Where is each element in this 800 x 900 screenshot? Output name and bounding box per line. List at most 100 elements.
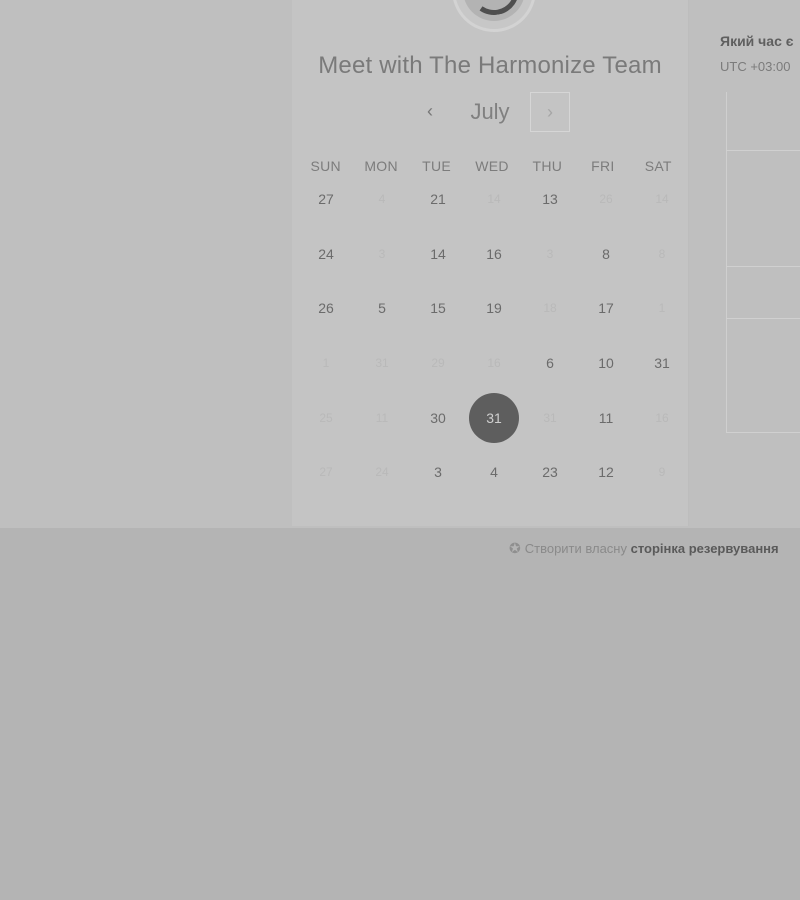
calendar-day: 3	[522, 227, 578, 282]
calendar-day-number: 14	[430, 245, 446, 262]
calendar-day-number: 18	[543, 301, 557, 316]
calendar-week-row: 24 3 14 16 3 8 8	[298, 227, 690, 282]
calendar-day: 9	[634, 445, 690, 500]
slot-divider	[726, 432, 800, 433]
calendar-day: 11	[354, 390, 410, 445]
month-navigation: ‹ July ›	[292, 92, 688, 132]
chevron-right-icon: ›	[547, 102, 553, 122]
calendar-grid: 27 4 21 14 13 26 14 24 3 14 16 3 8 8 26 5 15 19 18 17 1 1 31 29…	[298, 172, 690, 500]
slot-divider	[726, 318, 800, 319]
calendar-day: 16	[466, 336, 522, 391]
create-booking-page-link[interactable]: ✪ Створити власну сторінка резервування	[509, 540, 779, 557]
calendar-day-number: 14	[487, 192, 501, 207]
calendar-day-number: 15	[430, 300, 446, 317]
calendar-day[interactable]: 3	[410, 445, 466, 500]
calendar-day-number: 12	[598, 464, 614, 481]
timezone-question: Який час є	[720, 33, 794, 49]
calendar-day-number: 10	[598, 355, 614, 372]
calendar-day[interactable]: 26	[298, 281, 354, 336]
calendar-day[interactable]: 10	[578, 336, 634, 391]
calendar-day-number: 9	[658, 465, 666, 480]
calendar-day: 25	[298, 390, 354, 445]
calendar-day-number: 31	[375, 356, 389, 371]
calendar-day-number: 24	[375, 465, 389, 480]
calendar-day: 1	[298, 336, 354, 391]
calendar-week-row: 27 24 3 4 23 12 9	[298, 445, 690, 500]
calendar-day[interactable]: 8	[578, 227, 634, 282]
calendar-day[interactable]: 12	[578, 445, 634, 500]
next-month-button[interactable]: ›	[530, 92, 570, 132]
calendar-day-number: 31	[469, 392, 519, 443]
calendar-week-row: 26 5 15 19 18 17 1	[298, 281, 690, 336]
hubspot-sprocket-icon: ✪	[509, 540, 521, 556]
calendar-day: 1	[634, 281, 690, 336]
calendar-day-number: 14	[655, 192, 669, 207]
footer-link-text[interactable]: сторінка резервування	[631, 541, 779, 556]
calendar-day: 8	[634, 227, 690, 282]
calendar-day-number: 23	[542, 464, 558, 481]
calendar-day-number: 8	[602, 245, 610, 262]
calendar-day-number: 26	[599, 192, 613, 207]
calendar-day-number: 11	[375, 410, 389, 425]
calendar-day[interactable]: 6	[522, 336, 578, 391]
footer-text: Створити власну	[524, 541, 627, 556]
calendar-day: 14	[634, 172, 690, 227]
calendar-day[interactable]: 5	[354, 281, 410, 336]
calendar-day[interactable]: 14	[410, 227, 466, 282]
calendar-day-number: 27	[318, 191, 334, 208]
calendar-day: 24	[354, 445, 410, 500]
calendar-day-number: 6	[546, 355, 554, 372]
calendar-week-row: 27 4 21 14 13 26 14	[298, 172, 690, 227]
calendar-day-number: 25	[319, 410, 333, 425]
calendar-week-row: 25 11 30 31 31 11 16	[298, 390, 690, 445]
calendar-day[interactable]: 24	[298, 227, 354, 282]
slot-divider	[726, 266, 800, 267]
month-label: July	[470, 99, 510, 124]
calendar-day[interactable]: 16	[466, 227, 522, 282]
calendar-day-number: 1	[658, 301, 666, 316]
calendar-day-number: 16	[486, 245, 502, 262]
calendar-day-number: 29	[431, 356, 445, 371]
calendar-day[interactable]: 4	[466, 445, 522, 500]
calendar-day[interactable]: 13	[522, 172, 578, 227]
calendar-day-selected[interactable]: 31	[466, 390, 522, 445]
calendar-day[interactable]: 21	[410, 172, 466, 227]
calendar-day-number: 11	[598, 409, 614, 426]
calendar-week-row: 1 31 29 16 6 10 31	[298, 336, 690, 391]
calendar-day-number: 30	[430, 409, 446, 426]
calendar-day: 31	[354, 336, 410, 391]
calendar-day-number: 17	[598, 300, 614, 317]
timezone-value[interactable]: UTC +03:00	[720, 59, 790, 74]
calendar-day[interactable]: 15	[410, 281, 466, 336]
calendar-day-number: 3	[378, 246, 386, 261]
calendar-day[interactable]: 17	[578, 281, 634, 336]
calendar-day: 3	[354, 227, 410, 282]
slot-divider	[726, 150, 800, 151]
calendar-day: 29	[410, 336, 466, 391]
calendar-day-number: 3	[546, 246, 554, 261]
calendar-day: 31	[522, 390, 578, 445]
calendar-day-number: 4	[378, 192, 386, 207]
calendar-day-number: 4	[490, 464, 498, 481]
calendar-day-number: 16	[655, 410, 669, 425]
calendar-day-number: 21	[430, 191, 446, 208]
calendar-day[interactable]: 19	[466, 281, 522, 336]
calendar-day[interactable]: 27	[298, 172, 354, 227]
calendar-day[interactable]: 11	[578, 390, 634, 445]
calendar-day[interactable]: 31	[634, 336, 690, 391]
calendar-day[interactable]: 30	[410, 390, 466, 445]
page-title: Meet with The Harmonize Team	[318, 52, 662, 79]
calendar-day-number: 8	[658, 246, 666, 261]
calendar-day-number: 16	[487, 356, 501, 371]
calendar-day: 27	[298, 445, 354, 500]
calendar-day: 26	[578, 172, 634, 227]
calendar-day-number: 24	[318, 245, 334, 262]
calendar-day-number: 31	[543, 410, 557, 425]
slot-list-border	[726, 92, 727, 432]
calendar-day[interactable]: 23	[522, 445, 578, 500]
time-slot-panel: Який час є UTC +03:00	[718, 0, 800, 528]
calendar-day-number: 19	[486, 300, 502, 317]
calendar-day-number: 13	[542, 191, 558, 208]
calendar-day: 18	[522, 281, 578, 336]
calendar-day-number: 31	[654, 355, 670, 372]
